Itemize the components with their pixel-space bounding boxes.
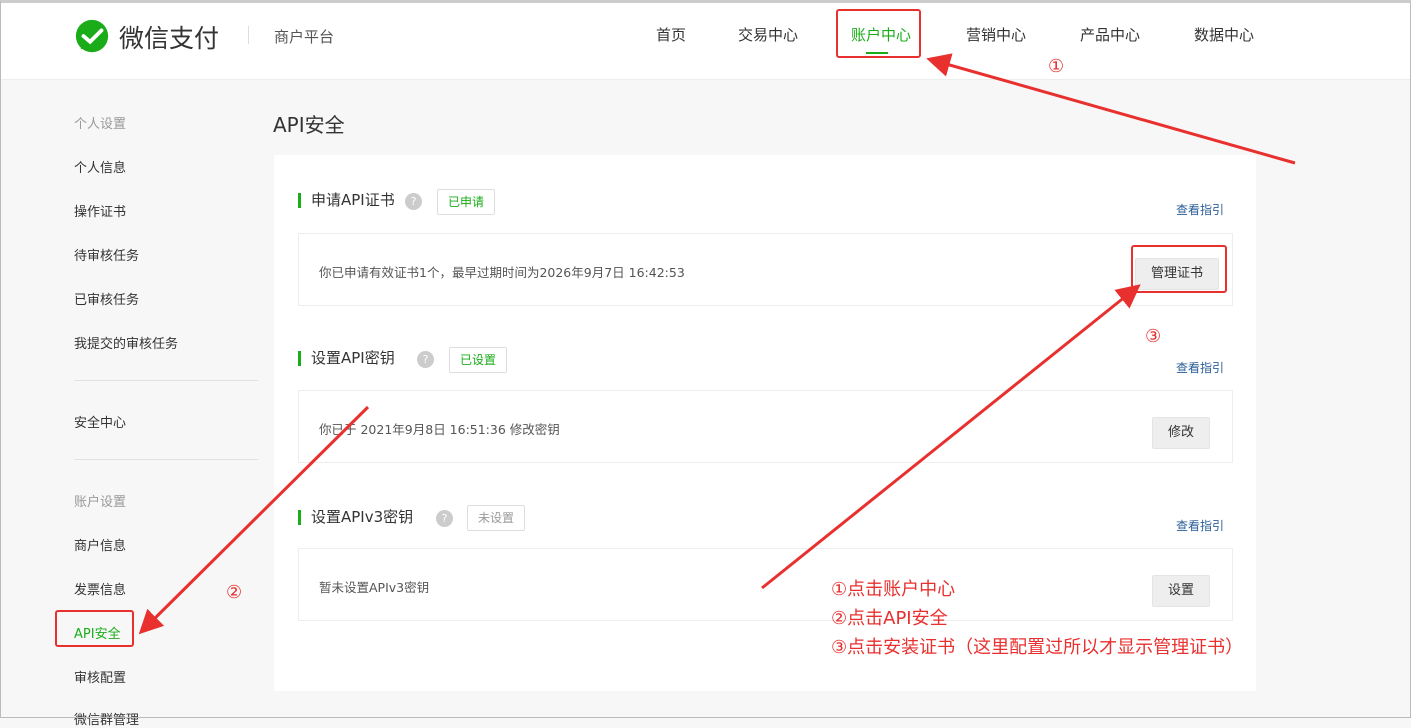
note-2: ②点击API安全 [831, 608, 948, 629]
arrow-3 [761, 284, 1141, 590]
arrow-1 [926, 53, 1296, 165]
annotation-notes: ①点击账户中心 ②点击API安全 ③点击安装证书（这里配置过所以才显示管理证书） [831, 575, 1243, 662]
arrow-2 [138, 405, 370, 635]
note-3: ③点击安装证书（这里配置过所以才显示管理证书） [831, 637, 1244, 658]
note-1: ①点击账户中心 [831, 579, 956, 600]
